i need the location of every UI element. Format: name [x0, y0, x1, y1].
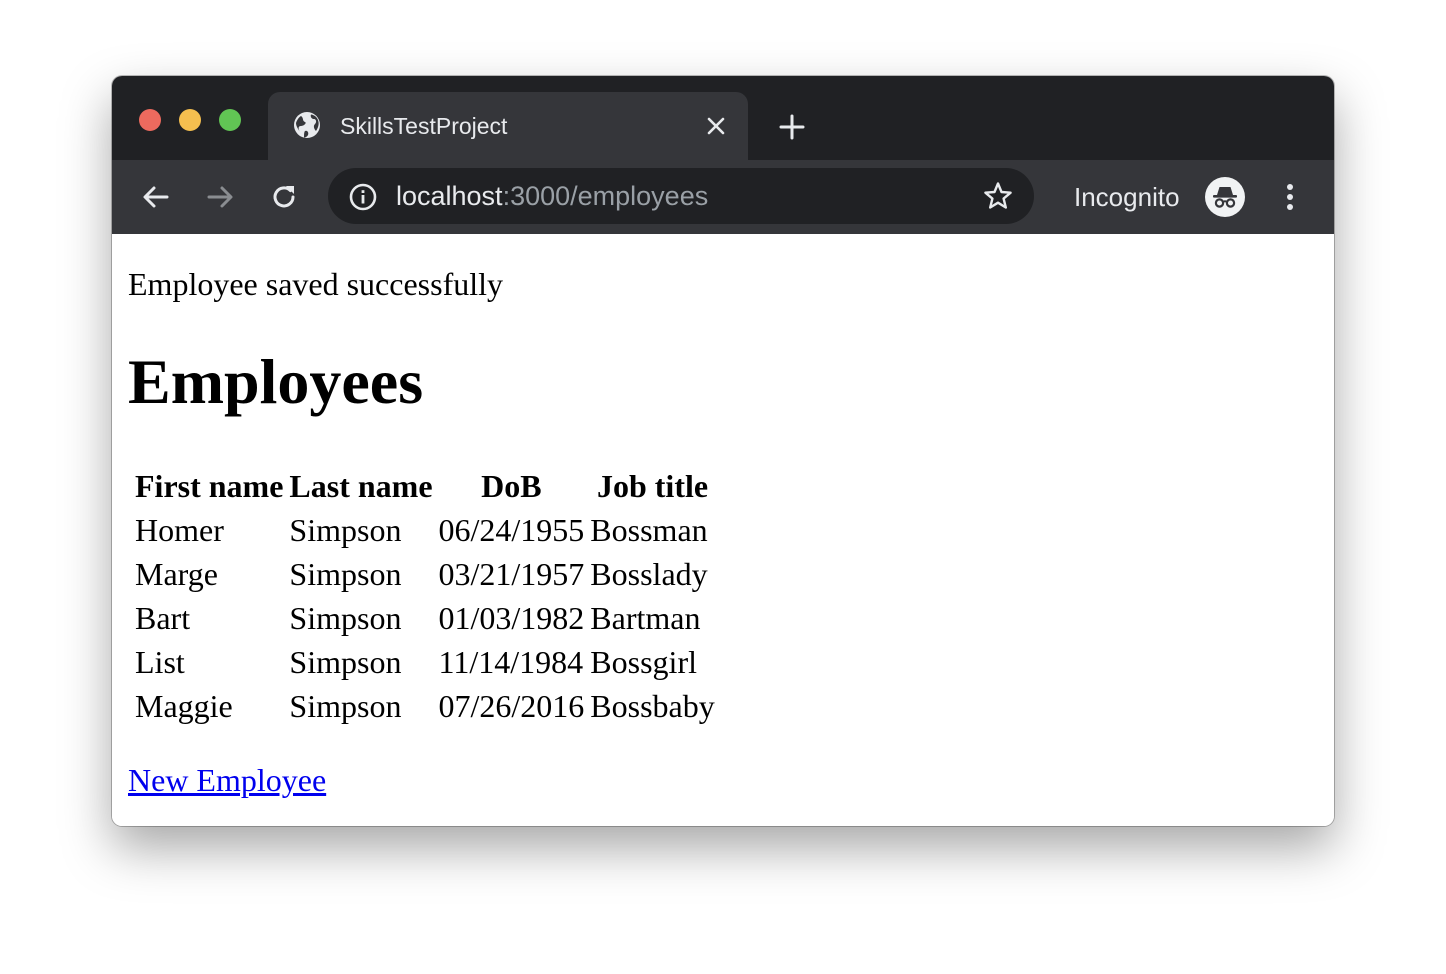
- job-title-cell: Bossgirl: [590, 644, 697, 680]
- close-icon[interactable]: [704, 114, 728, 138]
- job-title-cell: Bartman: [590, 600, 701, 636]
- arrow-left-icon[interactable]: [140, 181, 172, 213]
- column-header: Last name: [289, 468, 433, 504]
- dob-cell: 01/03/1982: [438, 600, 585, 636]
- window-minimize-button[interactable]: [179, 109, 201, 131]
- star-icon[interactable]: [982, 180, 1014, 212]
- url-path: :3000/employees: [502, 181, 709, 211]
- last-name-cell: Simpson: [289, 644, 402, 680]
- first-name-cell: Marge: [135, 556, 218, 592]
- dob-cell: 07/26/2016: [438, 688, 585, 724]
- column-header: DoB: [481, 468, 542, 504]
- plus-icon[interactable]: [778, 113, 806, 141]
- info-icon[interactable]: [348, 182, 378, 212]
- new-employee-link[interactable]: New Employee: [128, 762, 326, 798]
- toolbar: localhost:3000/employees Incognito: [112, 160, 1334, 234]
- dob-cell: 11/14/1984: [438, 644, 584, 680]
- url-host: localhost: [396, 181, 503, 211]
- window-close-button[interactable]: [139, 109, 161, 131]
- table-header-row: First name Last name DoB Job title: [134, 466, 716, 506]
- column-header: First name: [135, 468, 284, 504]
- incognito-label: Incognito: [1074, 182, 1180, 212]
- address-bar[interactable]: localhost:3000/employees: [328, 168, 1034, 224]
- table-row: Homer Simpson 06/24/1955 Bossman: [134, 510, 716, 550]
- page-title: Employees: [128, 346, 424, 417]
- column-header: Job title: [596, 468, 709, 504]
- tab-strip: SkillsTestProject: [112, 76, 1334, 160]
- arrow-right-icon[interactable]: [204, 181, 236, 213]
- first-name-cell: Bart: [135, 600, 191, 636]
- first-name-cell: List: [135, 644, 185, 680]
- browser-window: SkillsTestProject localhost:3000/employe…: [112, 76, 1334, 826]
- table-row: List Simpson 11/14/1984 Bossgirl: [134, 642, 716, 682]
- job-title-cell: Bossman: [590, 512, 708, 548]
- table-row: Maggie Simpson 07/26/2016 Bossbaby: [134, 686, 716, 726]
- table-row: Marge Simpson 03/21/1957 Bosslady: [134, 554, 716, 594]
- page-content: Employee saved successfully Employees Fi…: [112, 234, 1334, 826]
- globe-icon: [294, 112, 320, 138]
- incognito-icon[interactable]: [1205, 177, 1245, 217]
- dob-cell: 03/21/1957: [438, 556, 585, 592]
- tab-title: SkillsTestProject: [340, 113, 508, 139]
- job-title-cell: Bosslady: [590, 556, 708, 592]
- url-text[interactable]: localhost:3000/employees: [396, 180, 708, 212]
- first-name-cell: Maggie: [135, 688, 233, 724]
- job-title-cell: Bossbaby: [590, 688, 715, 724]
- employees-table: First name Last name DoB Job title Homer…: [130, 462, 720, 730]
- kebab-menu-icon[interactable]: [1278, 181, 1302, 213]
- last-name-cell: Simpson: [289, 512, 402, 548]
- last-name-cell: Simpson: [289, 688, 402, 724]
- dob-cell: 06/24/1955: [438, 512, 585, 548]
- reload-icon[interactable]: [268, 181, 300, 213]
- flash-notice: Employee saved successfully: [128, 266, 503, 302]
- tab-skillstestproject[interactable]: SkillsTestProject: [268, 92, 748, 160]
- last-name-cell: Simpson: [289, 600, 402, 636]
- table-row: Bart Simpson 01/03/1982 Bartman: [134, 598, 716, 638]
- window-zoom-button[interactable]: [219, 109, 241, 131]
- first-name-cell: Homer: [135, 512, 224, 548]
- last-name-cell: Simpson: [289, 556, 402, 592]
